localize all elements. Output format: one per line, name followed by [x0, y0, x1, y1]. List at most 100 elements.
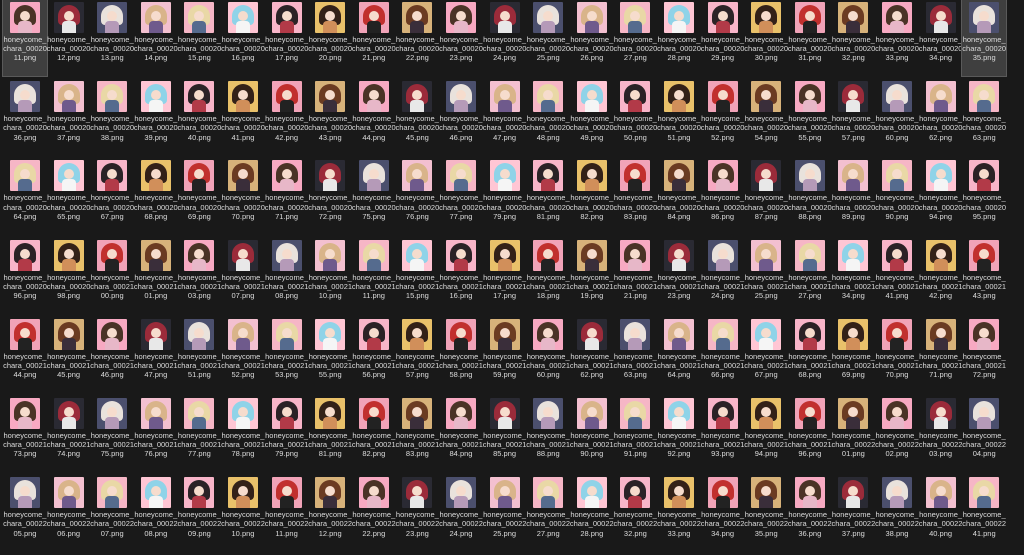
file-item[interactable]: honeycome_chara_0002209.png: [177, 475, 221, 551]
file-item[interactable]: honeycome_chara_0002072.png: [308, 158, 352, 234]
file-item[interactable]: honeycome_chara_0002169.png: [831, 317, 875, 393]
file-item[interactable]: honeycome_chara_0002212.png: [308, 475, 352, 551]
file-item[interactable]: honeycome_chara_0002183.png: [395, 396, 439, 472]
file-item[interactable]: honeycome_chara_0002024.png: [483, 0, 527, 76]
file-item[interactable]: honeycome_chara_0002108.png: [265, 238, 309, 314]
file-item[interactable]: honeycome_chara_0002151.png: [177, 317, 221, 393]
file-item[interactable]: honeycome_chara_0002011.png: [2, 0, 48, 77]
file-item[interactable]: honeycome_chara_0002168.png: [788, 317, 832, 393]
file-item[interactable]: honeycome_chara_0002147.png: [134, 317, 178, 393]
file-item[interactable]: honeycome_chara_0002020.png: [308, 0, 352, 76]
file-item[interactable]: honeycome_chara_0002027.png: [613, 0, 657, 76]
file-item[interactable]: honeycome_chara_0002040.png: [177, 79, 221, 155]
file-item[interactable]: honeycome_chara_0002144.png: [3, 317, 47, 393]
file-item[interactable]: honeycome_chara_0002193.png: [701, 396, 745, 472]
file-item[interactable]: honeycome_chara_0002079.png: [483, 158, 527, 234]
file-item[interactable]: honeycome_chara_0002025.png: [526, 0, 570, 76]
file-item[interactable]: honeycome_chara_0002062.png: [919, 79, 963, 155]
file-item[interactable]: honeycome_chara_0002070.png: [221, 158, 265, 234]
file-item[interactable]: honeycome_chara_0002174.png: [47, 396, 91, 472]
file-item[interactable]: honeycome_chara_0002156.png: [352, 317, 396, 393]
file-item[interactable]: honeycome_chara_0002202.png: [875, 396, 919, 472]
file-item[interactable]: honeycome_chara_0002211.png: [265, 475, 309, 551]
file-item[interactable]: honeycome_chara_0002163.png: [613, 317, 657, 393]
file-item[interactable]: honeycome_chara_0002100.png: [90, 238, 134, 314]
file-item[interactable]: honeycome_chara_0002039.png: [134, 79, 178, 155]
file-item[interactable]: honeycome_chara_0002017.png: [265, 0, 309, 76]
file-item[interactable]: honeycome_chara_0002206.png: [47, 475, 91, 551]
file-item[interactable]: honeycome_chara_0002087.png: [744, 158, 788, 234]
file-item[interactable]: honeycome_chara_0002233.png: [657, 475, 701, 551]
file-item[interactable]: honeycome_chara_0002021.png: [352, 0, 396, 76]
file-item[interactable]: honeycome_chara_0002064.png: [3, 158, 47, 234]
file-item[interactable]: honeycome_chara_0002176.png: [134, 396, 178, 472]
file-item[interactable]: honeycome_chara_0002041.png: [221, 79, 265, 155]
file-item[interactable]: honeycome_chara_0002167.png: [744, 317, 788, 393]
file-item[interactable]: honeycome_chara_0002182.png: [352, 396, 396, 472]
file-item[interactable]: honeycome_chara_0002142.png: [919, 238, 963, 314]
file-item[interactable]: honeycome_chara_0002107.png: [221, 238, 265, 314]
file-item[interactable]: honeycome_chara_0002143.png: [962, 238, 1006, 314]
file-item[interactable]: honeycome_chara_0002115.png: [395, 238, 439, 314]
file-item[interactable]: honeycome_chara_0002203.png: [919, 396, 963, 472]
file-item[interactable]: honeycome_chara_0002046.png: [439, 79, 483, 155]
file-item[interactable]: honeycome_chara_0002096.png: [3, 238, 47, 314]
file-item[interactable]: honeycome_chara_0002236.png: [788, 475, 832, 551]
file-item[interactable]: honeycome_chara_0002029.png: [701, 0, 745, 76]
file-item[interactable]: honeycome_chara_0002121.png: [613, 238, 657, 314]
file-item[interactable]: honeycome_chara_0002157.png: [395, 317, 439, 393]
file-item[interactable]: honeycome_chara_0002190.png: [570, 396, 614, 472]
file-item[interactable]: honeycome_chara_0002146.png: [90, 317, 134, 393]
file-item[interactable]: honeycome_chara_0002207.png: [90, 475, 134, 551]
file-item[interactable]: honeycome_chara_0002084.png: [657, 158, 701, 234]
file-item[interactable]: honeycome_chara_0002191.png: [613, 396, 657, 472]
file-item[interactable]: honeycome_chara_0002033.png: [875, 0, 919, 76]
file-item[interactable]: honeycome_chara_0002057.png: [831, 79, 875, 155]
file-item[interactable]: honeycome_chara_0002075.png: [352, 158, 396, 234]
file-item[interactable]: honeycome_chara_0002227.png: [526, 475, 570, 551]
file-item[interactable]: honeycome_chara_0002071.png: [265, 158, 309, 234]
file-item[interactable]: honeycome_chara_0002049.png: [570, 79, 614, 155]
file-item[interactable]: honeycome_chara_0002177.png: [177, 396, 221, 472]
file-item[interactable]: honeycome_chara_0002094.png: [919, 158, 963, 234]
file-item[interactable]: honeycome_chara_0002118.png: [526, 238, 570, 314]
file-item[interactable]: honeycome_chara_0002022.png: [395, 0, 439, 76]
file-item[interactable]: honeycome_chara_0002210.png: [221, 475, 265, 551]
file-item[interactable]: honeycome_chara_0002081.png: [526, 158, 570, 234]
file-item[interactable]: honeycome_chara_0002159.png: [483, 317, 527, 393]
file-item[interactable]: honeycome_chara_0002162.png: [570, 317, 614, 393]
file-item[interactable]: honeycome_chara_0002014.png: [134, 0, 178, 76]
file-item[interactable]: honeycome_chara_0002237.png: [831, 475, 875, 551]
file-item[interactable]: honeycome_chara_0002098.png: [47, 238, 91, 314]
file-item[interactable]: honeycome_chara_0002042.png: [265, 79, 309, 155]
file-item[interactable]: honeycome_chara_0002201.png: [831, 396, 875, 472]
file-item[interactable]: honeycome_chara_0002060.png: [875, 79, 919, 155]
file-item[interactable]: honeycome_chara_0002086.png: [701, 158, 745, 234]
file-item[interactable]: honeycome_chara_0002185.png: [483, 396, 527, 472]
file-item[interactable]: honeycome_chara_0002155.png: [308, 317, 352, 393]
file-item[interactable]: honeycome_chara_0002077.png: [439, 158, 483, 234]
file-item[interactable]: honeycome_chara_0002045.png: [395, 79, 439, 155]
file-item[interactable]: honeycome_chara_0002030.png: [744, 0, 788, 76]
file-item[interactable]: honeycome_chara_0002083.png: [613, 158, 657, 234]
file-item[interactable]: honeycome_chara_0002044.png: [352, 79, 396, 155]
file-item[interactable]: honeycome_chara_0002173.png: [3, 396, 47, 472]
file-item[interactable]: honeycome_chara_0002111.png: [352, 238, 396, 314]
file-item[interactable]: honeycome_chara_0002166.png: [701, 317, 745, 393]
file-item[interactable]: honeycome_chara_0002164.png: [657, 317, 701, 393]
file-item[interactable]: honeycome_chara_0002031.png: [788, 0, 832, 76]
file-item[interactable]: honeycome_chara_0002160.png: [526, 317, 570, 393]
file-item[interactable]: honeycome_chara_0002082.png: [570, 158, 614, 234]
file-item[interactable]: honeycome_chara_0002192.png: [657, 396, 701, 472]
file-item[interactable]: honeycome_chara_0002178.png: [221, 396, 265, 472]
file-item[interactable]: honeycome_chara_0002225.png: [483, 475, 527, 551]
file-item[interactable]: honeycome_chara_0002123.png: [657, 238, 701, 314]
file-item[interactable]: honeycome_chara_0002194.png: [744, 396, 788, 472]
file-item[interactable]: honeycome_chara_0002101.png: [134, 238, 178, 314]
file-item[interactable]: honeycome_chara_0002238.png: [875, 475, 919, 551]
file-item[interactable]: honeycome_chara_0002013.png: [90, 0, 134, 76]
file-item[interactable]: honeycome_chara_0002088.png: [788, 158, 832, 234]
file-item[interactable]: honeycome_chara_0002175.png: [90, 396, 134, 472]
file-item[interactable]: honeycome_chara_0002172.png: [962, 317, 1006, 393]
file-item[interactable]: honeycome_chara_0002090.png: [875, 158, 919, 234]
